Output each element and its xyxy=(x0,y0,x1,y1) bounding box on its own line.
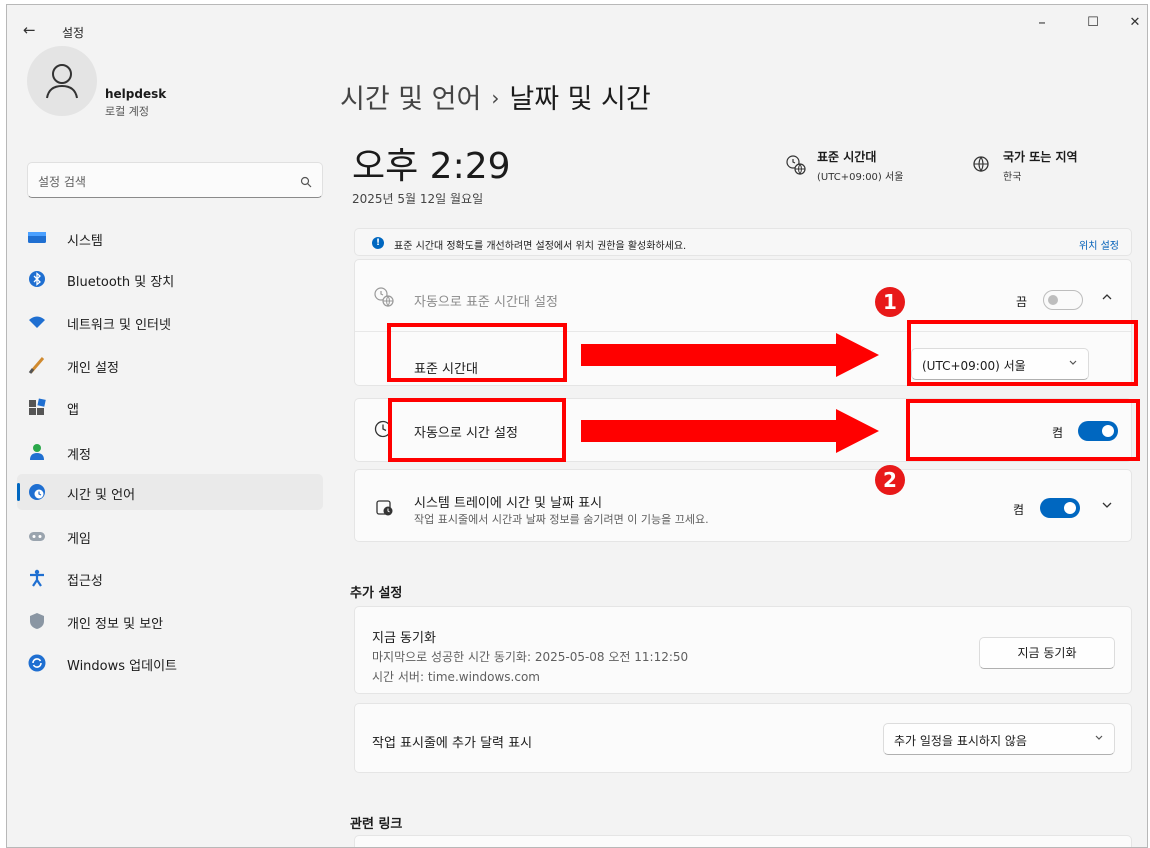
timezone-globe-icon xyxy=(373,286,395,312)
sidebar-item-personalization[interactable]: 개인 설정 xyxy=(17,347,323,383)
account-type: 로컬 계정 xyxy=(105,105,149,118)
banner-text: 표준 시간대 정확도를 개선하려면 설정에서 위치 권한을 활성화하세요. xyxy=(394,241,687,252)
chevron-down-icon[interactable] xyxy=(1101,499,1113,514)
sidebar-item-label: 개인 정보 및 보안 xyxy=(67,617,164,632)
chevron-down-icon xyxy=(1094,732,1104,745)
sidebar-item-label: 네트워크 및 인터넷 xyxy=(67,318,171,333)
sidebar-item-label: 앱 xyxy=(67,403,79,418)
sidebar-item-label: 접근성 xyxy=(67,574,103,589)
additional-calendar-row: 작업 표시줄에 추가 달력 표시 추가 일정을 표시하지 않음 xyxy=(354,703,1132,773)
title-bar: ← 설정 – ☐ ✕ xyxy=(7,5,1147,45)
back-button[interactable]: ← xyxy=(23,21,36,39)
tray-state: 켬 xyxy=(1013,503,1025,517)
close-button[interactable]: ✕ xyxy=(1120,15,1147,30)
additional-calendar-dropdown[interactable]: 추가 일정을 표시하지 않음 xyxy=(883,723,1115,755)
sidebar-item-system[interactable]: 시스템 xyxy=(17,220,323,256)
sidebar-item-label: 시스템 xyxy=(67,234,103,249)
sync-now-row: 지금 동기화 마지막으로 성공한 시간 동기화: 2025-05-08 오전 1… xyxy=(354,606,1132,694)
timezone-summary-value: (UTC+09:00) 서울 xyxy=(817,172,904,183)
info-icon: ! xyxy=(372,237,384,249)
bluetooth-icon xyxy=(28,270,46,288)
current-time: 오후 2:29 xyxy=(352,146,511,187)
globe-icon xyxy=(971,154,991,178)
sidebar-item-accounts[interactable]: 계정 xyxy=(17,434,323,470)
tray-label: 시스템 트레이에 시간 및 날짜 표시 xyxy=(414,496,603,511)
annotation-arrow-2 xyxy=(581,409,879,453)
annotation-box-auto-time-label xyxy=(388,398,566,462)
related-links-card xyxy=(354,835,1132,847)
current-date: 2025년 5월 12일 월요일 xyxy=(352,192,484,206)
calendar-clock-icon xyxy=(375,498,395,522)
timezone-globe-icon xyxy=(785,154,807,180)
accessibility-icon xyxy=(28,569,46,587)
search-input[interactable]: 설정 검색 xyxy=(27,162,323,198)
minimize-button[interactable]: – xyxy=(1027,13,1057,31)
sidebar-item-apps[interactable]: 앱 xyxy=(17,389,323,425)
sidebar-item-network[interactable]: 네트워크 및 인터넷 xyxy=(17,304,323,340)
sidebar-item-label: Windows 업데이트 xyxy=(67,659,178,674)
sidebar-item-privacy[interactable]: 개인 정보 및 보안 xyxy=(17,603,323,639)
tray-toggle[interactable] xyxy=(1040,498,1080,518)
selected-indicator xyxy=(17,483,20,501)
brush-icon xyxy=(28,356,46,374)
person-icon xyxy=(28,443,46,461)
search-icon xyxy=(300,173,312,192)
sidebar-item-label: 게임 xyxy=(67,532,91,547)
person-icon xyxy=(46,64,78,99)
sidebar-item-label: 시간 및 언어 xyxy=(67,488,136,503)
settings-window: ← 설정 – ☐ ✕ helpdesk 로컬 계정 설정 검색 시스템 Blue… xyxy=(6,4,1148,848)
time-server-text: 시간 서버: time.windows.com xyxy=(372,670,540,684)
sidebar-item-label: 개인 설정 xyxy=(67,361,119,376)
annotation-box-timezone-dropdown xyxy=(907,320,1138,386)
location-permission-banner: ! 표준 시간대 정확도를 개선하려면 설정에서 위치 권한을 활성화하세요. … xyxy=(354,228,1132,256)
location-settings-link[interactable]: 위치 설정 xyxy=(1079,237,1119,252)
annotation-arrow-1 xyxy=(581,333,879,377)
annotation-box-auto-time-toggle xyxy=(906,399,1140,461)
wifi-icon xyxy=(28,313,46,331)
sidebar-item-accessibility[interactable]: 접근성 xyxy=(17,560,323,596)
breadcrumb-parent[interactable]: 시간 및 언어 xyxy=(340,84,481,115)
annotation-box-timezone-label xyxy=(387,323,567,382)
chevron-up-icon[interactable] xyxy=(1101,291,1113,306)
sidebar-item-label: Bluetooth 및 장치 xyxy=(67,275,175,290)
annotation-badge-1: 1 xyxy=(875,287,905,317)
globe-clock-icon xyxy=(28,483,46,501)
page-title: 날짜 및 시간 xyxy=(509,84,651,115)
breadcrumb: 시간 및 언어 › 날짜 및 시간 xyxy=(340,77,651,116)
region-summary-title: 국가 또는 지역 xyxy=(1003,150,1078,164)
system-tray-time-row: 시스템 트레이에 시간 및 날짜 표시 작업 표시줄에서 시간과 날짜 정보를 … xyxy=(354,469,1132,542)
sync-title: 지금 동기화 xyxy=(372,631,436,646)
calendar-dropdown-value: 추가 일정을 표시하지 않음 xyxy=(894,734,1027,748)
breadcrumb-separator: › xyxy=(491,86,500,110)
region-summary-value: 한국 xyxy=(1003,172,1022,183)
avatar[interactable] xyxy=(27,46,97,116)
maximize-button[interactable]: ☐ xyxy=(1078,15,1108,30)
sidebar-item-gaming[interactable]: 게임 xyxy=(17,518,323,554)
app-title: 설정 xyxy=(62,26,85,40)
auto-timezone-label: 자동으로 표준 시간대 설정 xyxy=(414,295,558,310)
related-links-heading: 관련 링크 xyxy=(350,817,403,832)
apps-icon xyxy=(28,398,46,416)
search-placeholder: 설정 검색 xyxy=(38,175,86,189)
monitor-icon xyxy=(28,229,46,247)
sidebar-item-label: 계정 xyxy=(67,448,91,463)
shield-icon xyxy=(28,612,46,630)
user-name: helpdesk xyxy=(105,87,167,101)
update-icon xyxy=(28,654,46,672)
annotation-badge-2: 2 xyxy=(875,465,905,495)
auto-timezone-toggle[interactable] xyxy=(1043,290,1083,310)
sidebar-item-bluetooth[interactable]: Bluetooth 및 장치 xyxy=(17,261,323,297)
last-sync-text: 마지막으로 성공한 시간 동기화: 2025-05-08 오전 11:12:50 xyxy=(372,650,689,664)
additional-settings-heading: 추가 설정 xyxy=(350,586,403,601)
auto-timezone-state: 끔 xyxy=(1016,295,1028,309)
timezone-summary-title: 표준 시간대 xyxy=(817,150,877,164)
calendar-label: 작업 표시줄에 추가 달력 표시 xyxy=(372,736,533,751)
sidebar-item-time-language[interactable]: 시간 및 언어 xyxy=(17,474,323,510)
tray-description: 작업 표시줄에서 시간과 날짜 정보를 숨기려면 이 기능을 끄세요. xyxy=(414,513,709,526)
sync-now-button[interactable]: 지금 동기화 xyxy=(979,637,1115,669)
gamepad-icon xyxy=(28,527,46,545)
sidebar-item-windows-update[interactable]: Windows 업데이트 xyxy=(17,645,323,681)
